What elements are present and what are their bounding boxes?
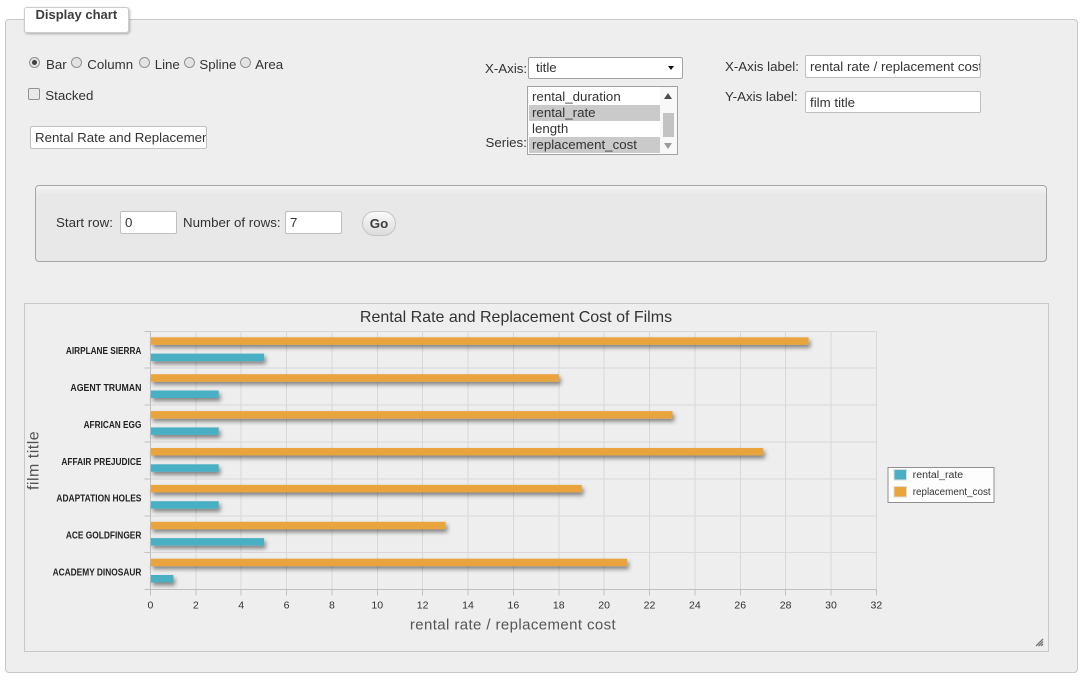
svg-text:replacement_cost: replacement_cost bbox=[913, 487, 991, 498]
svg-text:30: 30 bbox=[825, 600, 837, 612]
svg-text:28: 28 bbox=[780, 600, 792, 612]
svg-text:24: 24 bbox=[689, 600, 701, 612]
svg-text:Rental Rate and Replacement Co: Rental Rate and Replacement Cost of Film… bbox=[360, 309, 672, 326]
svg-text:22: 22 bbox=[644, 600, 656, 612]
svg-text:AFFAIR PREJUDICE: AFFAIR PREJUDICE bbox=[61, 457, 141, 468]
svg-text:AIRPLANE SIERRA: AIRPLANE SIERRA bbox=[66, 346, 142, 357]
svg-text:AGENT TRUMAN: AGENT TRUMAN bbox=[70, 383, 141, 394]
svg-text:ACE GOLDFINGER: ACE GOLDFINGER bbox=[66, 531, 142, 542]
svg-text:4: 4 bbox=[238, 600, 244, 612]
svg-text:18: 18 bbox=[553, 600, 565, 612]
svg-text:rental_rate: rental_rate bbox=[913, 470, 964, 481]
svg-text:AFRICAN EGG: AFRICAN EGG bbox=[84, 420, 142, 431]
svg-text:2: 2 bbox=[193, 600, 199, 612]
svg-text:20: 20 bbox=[598, 600, 610, 612]
svg-text:14: 14 bbox=[462, 600, 474, 612]
svg-text:16: 16 bbox=[508, 600, 520, 612]
svg-text:26: 26 bbox=[734, 600, 746, 612]
svg-text:rental rate / replacement cost: rental rate / replacement cost bbox=[410, 617, 617, 634]
svg-text:ACADEMY DINOSAUR: ACADEMY DINOSAUR bbox=[53, 567, 142, 578]
svg-text:8: 8 bbox=[329, 600, 335, 612]
svg-text:12: 12 bbox=[417, 600, 429, 612]
svg-text:10: 10 bbox=[371, 600, 383, 612]
svg-text:film title: film title bbox=[26, 431, 43, 490]
svg-text:6: 6 bbox=[284, 600, 290, 612]
svg-text:ADAPTATION HOLES: ADAPTATION HOLES bbox=[56, 494, 141, 505]
svg-text:0: 0 bbox=[147, 600, 153, 612]
svg-text:32: 32 bbox=[871, 600, 883, 612]
